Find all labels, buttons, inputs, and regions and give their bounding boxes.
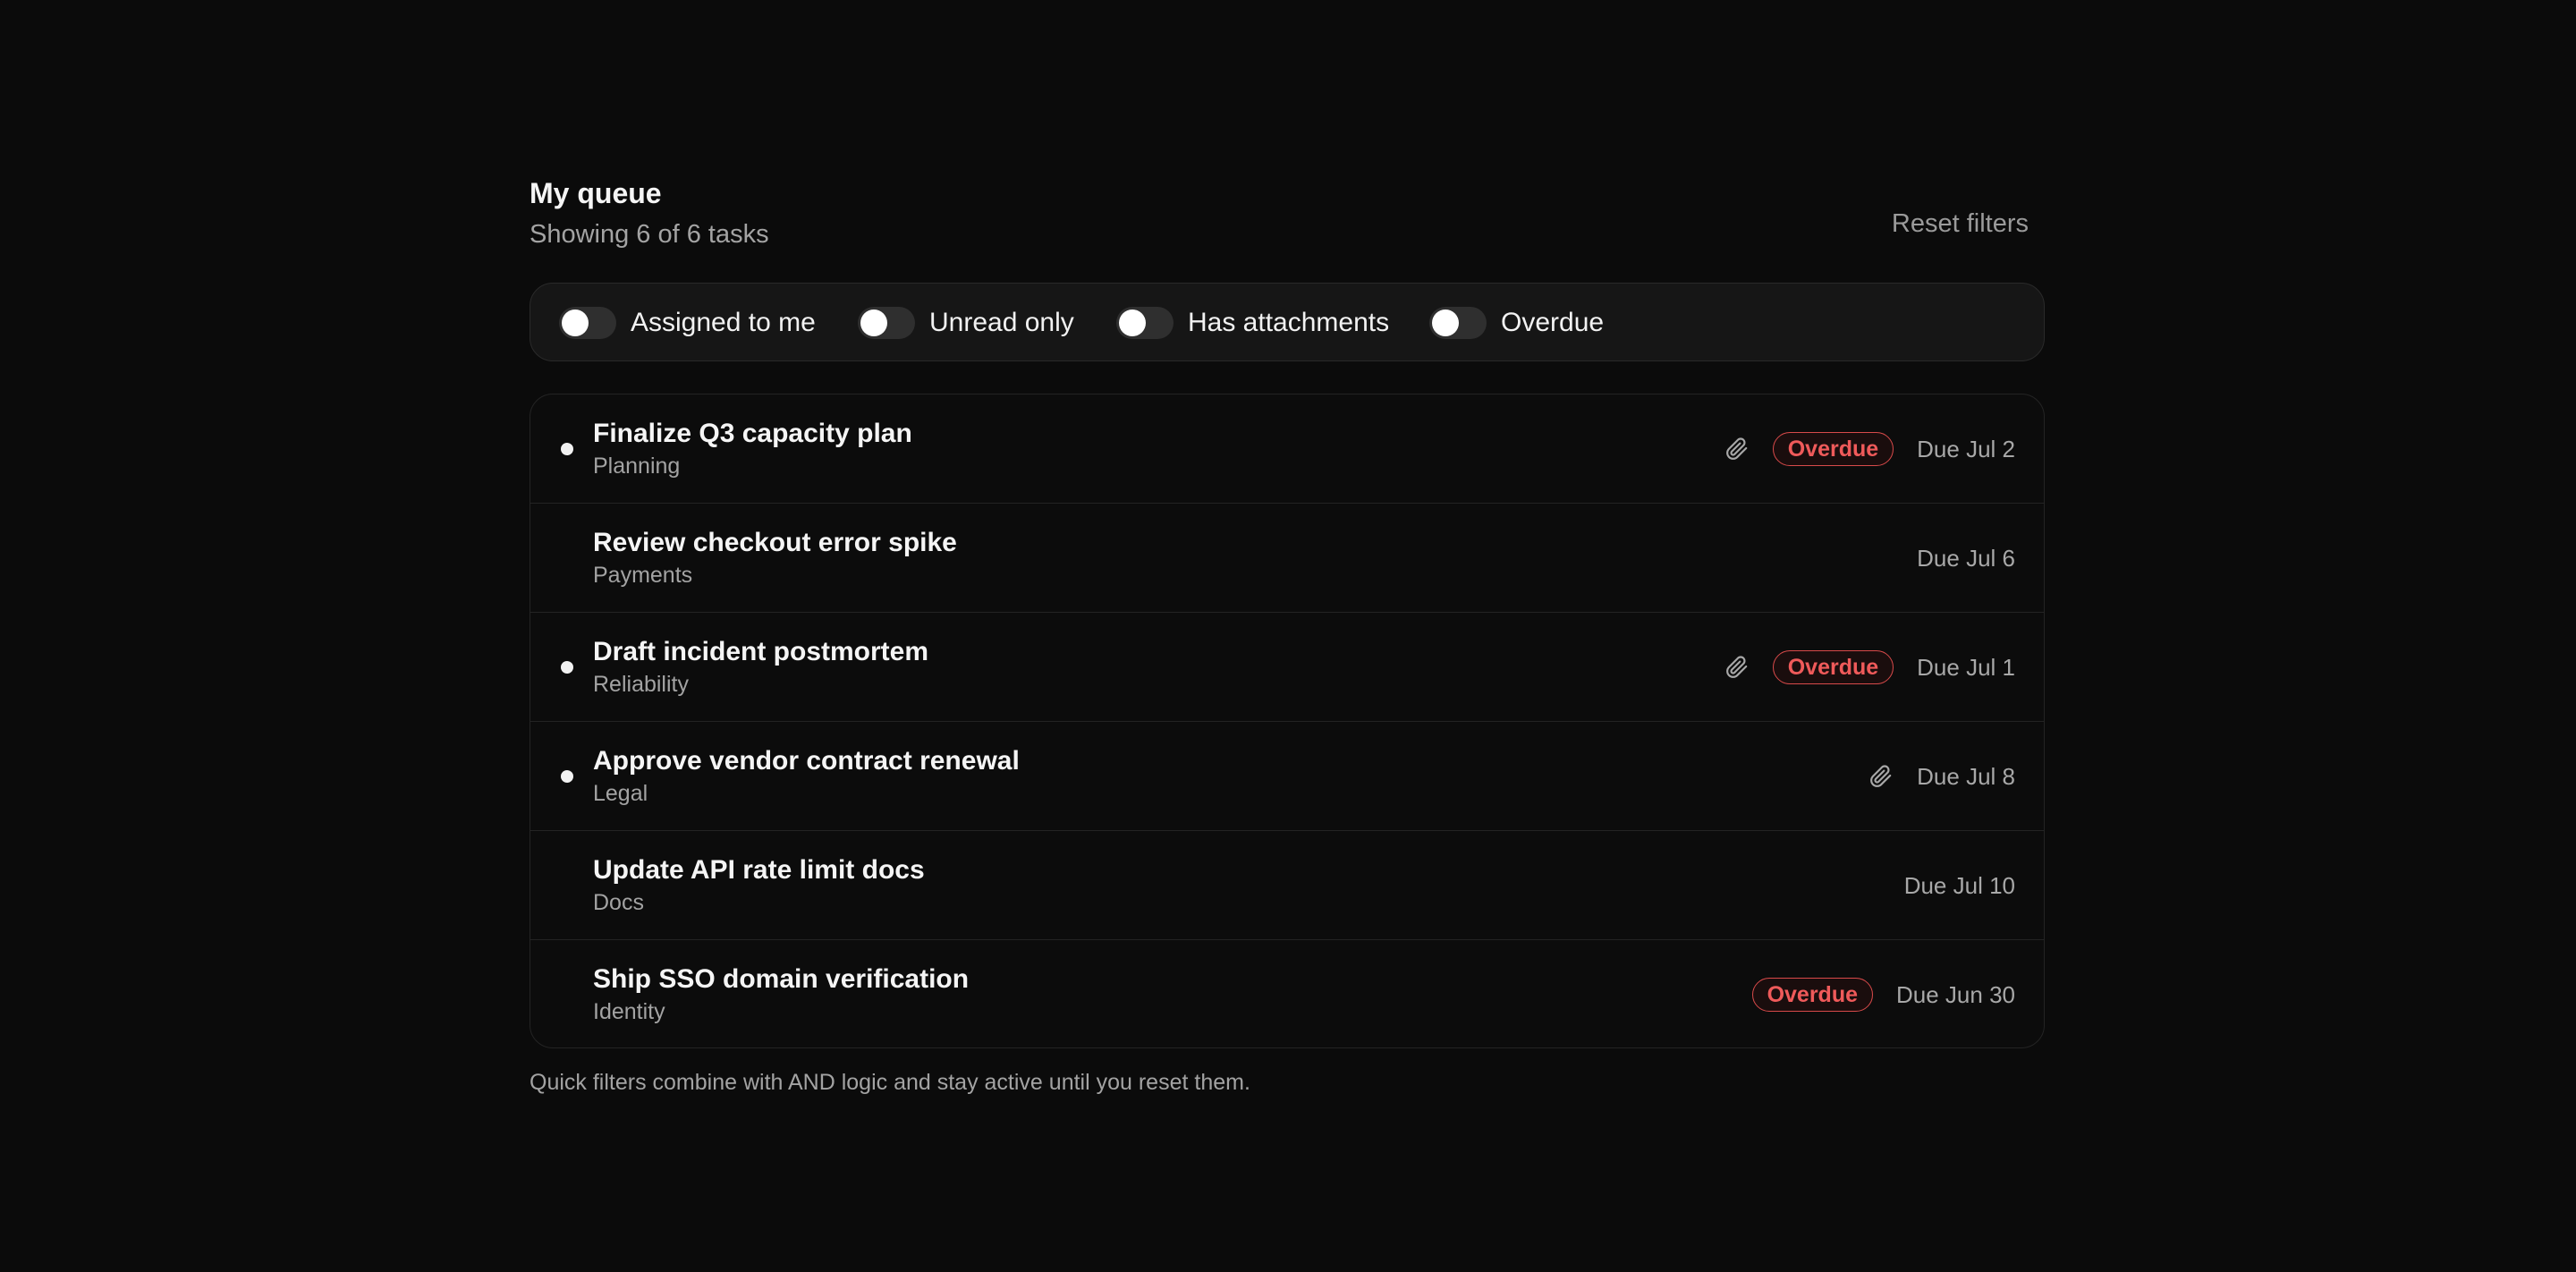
task-title[interactable]: Approve vendor contract renewal bbox=[593, 745, 1020, 777]
paperclip-icon bbox=[1724, 653, 1750, 682]
toggle-switch[interactable] bbox=[858, 307, 915, 339]
task-row[interactable]: Approve vendor contract renewal Legal Due … bbox=[530, 722, 2044, 831]
toggle-switch[interactable] bbox=[1429, 307, 1487, 339]
task-meta: Overdue Due Jun 30 bbox=[1751, 940, 2015, 1047]
quick-filters-bar: Assigned to me Unread only Has attachmen… bbox=[530, 283, 2045, 361]
due-date: Due Jul 10 bbox=[1903, 871, 2015, 899]
filter-help-text: Quick filters combine with AND logic and… bbox=[530, 1070, 1250, 1095]
task-category: Reliability bbox=[593, 672, 689, 697]
unread-dot-icon bbox=[561, 770, 573, 783]
toggle-knob bbox=[860, 310, 887, 336]
filter-label: Overdue bbox=[1501, 308, 1605, 337]
due-date: Due Jun 30 bbox=[1896, 980, 2015, 1008]
filter-assigned-to-me[interactable]: Assigned to me bbox=[559, 284, 816, 362]
filter-label: Has attachments bbox=[1188, 308, 1390, 337]
task-meta: Due Jul 6 bbox=[1917, 504, 2015, 613]
reset-filters-button[interactable]: Reset filters bbox=[1892, 208, 2029, 240]
filter-label: Unread only bbox=[929, 308, 1074, 337]
task-row[interactable]: Draft incident postmortem Reliability Over… bbox=[530, 613, 2044, 722]
due-date: Due Jul 6 bbox=[1917, 544, 2015, 572]
overdue-badge: Overdue bbox=[1772, 650, 1894, 684]
task-row[interactable]: Review checkout error spike Payments Due J… bbox=[530, 504, 2044, 613]
task-title[interactable]: Update API rate limit docs bbox=[593, 854, 925, 886]
paperclip-icon bbox=[1868, 762, 1894, 791]
paperclip-icon bbox=[1724, 435, 1750, 463]
queue-header: My queue Showing 6 of 6 tasks Reset filt… bbox=[530, 172, 2046, 267]
task-category: Payments bbox=[593, 563, 693, 588]
toggle-knob bbox=[1119, 310, 1146, 336]
toggle-knob bbox=[562, 310, 589, 336]
due-date: Due Jul 8 bbox=[1917, 762, 2015, 790]
task-category: Docs bbox=[593, 890, 644, 915]
task-title[interactable]: Ship SSO domain verification bbox=[593, 963, 969, 996]
task-category: Identity bbox=[593, 999, 665, 1024]
overdue-badge: Overdue bbox=[1772, 432, 1894, 466]
task-count: Showing 6 of 6 tasks bbox=[530, 220, 769, 249]
unread-dot-icon bbox=[561, 443, 573, 455]
toggle-knob bbox=[1432, 310, 1459, 336]
due-date: Due Jul 2 bbox=[1917, 435, 2015, 462]
task-title[interactable]: Finalize Q3 capacity plan bbox=[593, 418, 912, 450]
page-title: My queue bbox=[530, 177, 662, 209]
toggle-switch[interactable] bbox=[1116, 307, 1174, 339]
unread-dot-icon bbox=[561, 661, 573, 674]
task-title[interactable]: Review checkout error spike bbox=[593, 527, 957, 559]
task-list: Finalize Q3 capacity plan Planning Overdue… bbox=[530, 394, 2045, 1048]
queue-page: My queue Showing 6 of 6 tasks Reset filt… bbox=[530, 172, 2046, 1095]
overdue-badge: Overdue bbox=[1751, 978, 1874, 1012]
filter-label: Assigned to me bbox=[631, 308, 816, 337]
due-date: Due Jul 1 bbox=[1917, 653, 2015, 681]
task-row[interactable]: Update API rate limit docs Docs Due Jul 10 bbox=[530, 831, 2044, 940]
task-meta: Due Jul 8 bbox=[1868, 722, 2015, 831]
task-category: Legal bbox=[593, 781, 648, 806]
filter-has-attachments[interactable]: Has attachments bbox=[1116, 284, 1389, 362]
toggle-switch[interactable] bbox=[559, 307, 616, 339]
task-row[interactable]: Ship SSO domain verification Identity Over… bbox=[530, 940, 2044, 1047]
task-meta: Due Jul 10 bbox=[1904, 831, 2015, 940]
task-meta: Overdue Due Jul 1 bbox=[1724, 613, 2015, 722]
task-row[interactable]: Finalize Q3 capacity plan Planning Overdue… bbox=[530, 394, 2044, 504]
filter-overdue[interactable]: Overdue bbox=[1429, 284, 1604, 362]
filter-unread-only[interactable]: Unread only bbox=[858, 284, 1074, 362]
task-category: Planning bbox=[593, 454, 681, 479]
task-title[interactable]: Draft incident postmortem bbox=[593, 636, 928, 668]
task-meta: Overdue Due Jul 2 bbox=[1724, 394, 2015, 504]
